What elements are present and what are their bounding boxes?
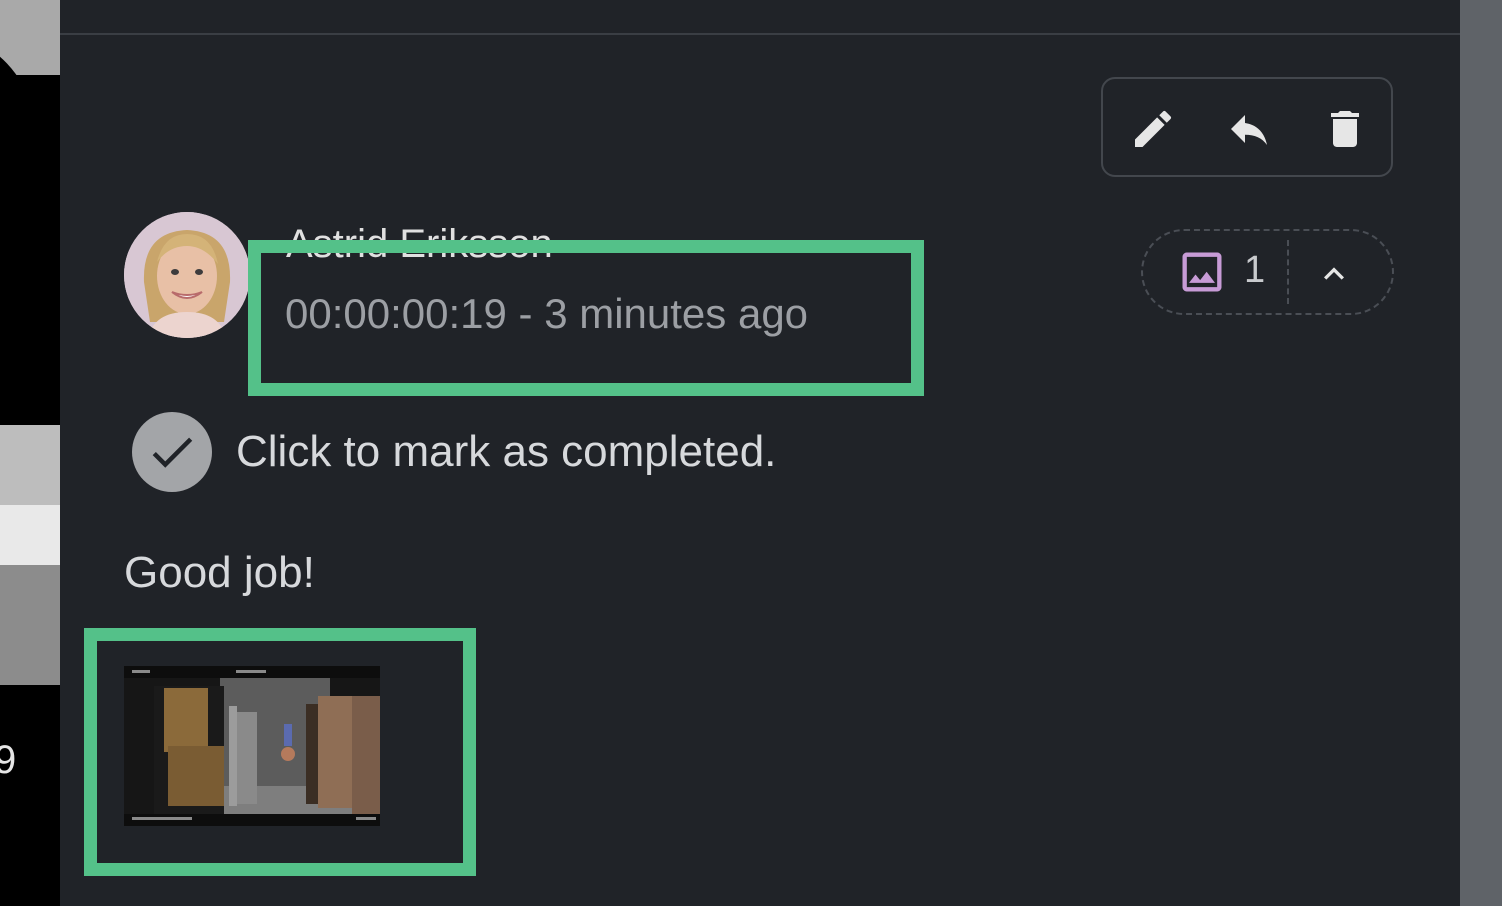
mark-complete-toggle[interactable]: Click to mark as completed. <box>132 412 776 492</box>
scrollbar[interactable] <box>1460 0 1502 906</box>
reply-icon <box>1231 115 1267 145</box>
viewer-frame-light <box>0 505 60 565</box>
viewer-frame-curve <box>0 40 60 440</box>
delete-button[interactable] <box>1319 103 1371 155</box>
collapse-button[interactable] <box>1314 254 1354 294</box>
avatar <box>124 212 250 338</box>
attachment-count: 1 <box>1244 249 1266 291</box>
highlight-box-meta <box>248 240 924 396</box>
viewer-partial-number: 9 <box>0 738 17 782</box>
video-viewer-edge: 9 <box>0 0 60 906</box>
check-circle-icon <box>132 412 212 492</box>
avatar-photo <box>124 212 250 338</box>
chevron-up-icon <box>1324 267 1344 280</box>
viewer-frame-shade <box>0 565 60 685</box>
pencil-icon <box>1135 110 1172 147</box>
trash-icon <box>1331 111 1359 147</box>
image-icon <box>1182 252 1222 292</box>
attachment-divider <box>1287 240 1289 304</box>
comment-body: Good job! <box>124 548 315 597</box>
attachment-thumbnail[interactable] <box>124 666 380 826</box>
panel-header <box>60 0 1460 35</box>
reply-button[interactable] <box>1223 103 1275 155</box>
comment-actions-toolbar <box>1101 77 1393 177</box>
viewer-frame-top <box>0 0 60 75</box>
edit-button[interactable] <box>1127 103 1179 155</box>
mark-complete-label: Click to mark as completed. <box>236 427 777 476</box>
